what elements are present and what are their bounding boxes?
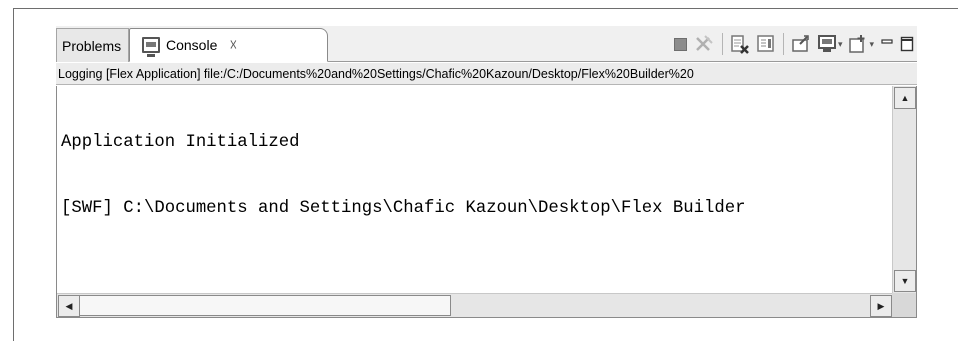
open-console-button[interactable]: ▾	[848, 32, 874, 56]
tab-console[interactable]: Console ☓	[129, 28, 328, 62]
clear-console-icon	[731, 35, 749, 54]
console-line: Application Initialized	[61, 133, 300, 152]
terminate-button[interactable]	[673, 32, 687, 56]
chevron-down-icon[interactable]: ▾	[838, 39, 843, 50]
pin-console-icon	[792, 35, 809, 52]
frame-left-border	[13, 8, 14, 341]
arrow-up-icon: ▲	[900, 93, 910, 103]
arrow-down-icon: ▼	[900, 276, 910, 286]
maximize-icon	[900, 36, 914, 52]
frame-top-border	[13, 8, 958, 9]
scroll-right-button[interactable]: ▶	[870, 295, 892, 317]
terminate-icon	[673, 37, 687, 51]
scroll-lock-button[interactable]	[756, 32, 776, 56]
vertical-scrollbar[interactable]: ▲ ▼	[892, 86, 916, 293]
pin-console-button[interactable]	[791, 32, 811, 56]
remove-all-terminated-button[interactable]	[693, 32, 715, 56]
console-line: [SWF] C:\Documents and Settings\Chafic K…	[61, 199, 746, 218]
scroll-down-button[interactable]: ▼	[894, 270, 916, 292]
console-description: Logging [Flex Application] file:/C:/Docu…	[56, 63, 917, 85]
close-tab-icon[interactable]: ☓	[229, 38, 237, 53]
minimize-button[interactable]	[880, 32, 894, 56]
maximize-button[interactable]	[900, 32, 914, 56]
scroll-up-button[interactable]: ▲	[894, 87, 916, 109]
toolbar-separator	[721, 33, 723, 55]
console-toolbar: ▾ ▾	[671, 28, 917, 60]
tab-problems-label: Problems	[62, 37, 122, 54]
remove-launches-icon	[696, 35, 713, 51]
tab-console-label: Console	[166, 37, 218, 53]
minimize-icon	[881, 39, 893, 44]
open-console-icon	[849, 35, 865, 53]
tab-problems[interactable]: Problems	[56, 28, 129, 62]
display-console-icon	[817, 35, 836, 52]
scroll-left-button[interactable]: ◀	[58, 295, 80, 317]
console-view: Problems Console ☓ ▾ ▾ Logging [Flex App…	[56, 26, 917, 318]
console-icon	[142, 37, 160, 57]
chevron-down-icon[interactable]: ▾	[869, 39, 874, 50]
clear-console-button[interactable]	[730, 32, 750, 56]
console-text[interactable]: Application Initialized [SWF] C:\Documen…	[61, 88, 891, 288]
horizontal-scroll-thumb[interactable]	[79, 295, 451, 316]
console-output-area[interactable]: Application Initialized [SWF] C:\Documen…	[56, 86, 917, 318]
arrow-left-icon: ◀	[65, 300, 73, 311]
view-tab-bar: Problems Console ☓ ▾ ▾	[56, 26, 917, 62]
toolbar-separator	[782, 33, 784, 55]
arrow-right-icon: ▶	[877, 300, 885, 311]
display-selected-console-button[interactable]: ▾	[817, 32, 843, 56]
scroll-lock-icon	[757, 35, 774, 52]
horizontal-scrollbar[interactable]: ◀ ▶	[57, 293, 893, 317]
scrollbar-corner	[892, 293, 916, 317]
